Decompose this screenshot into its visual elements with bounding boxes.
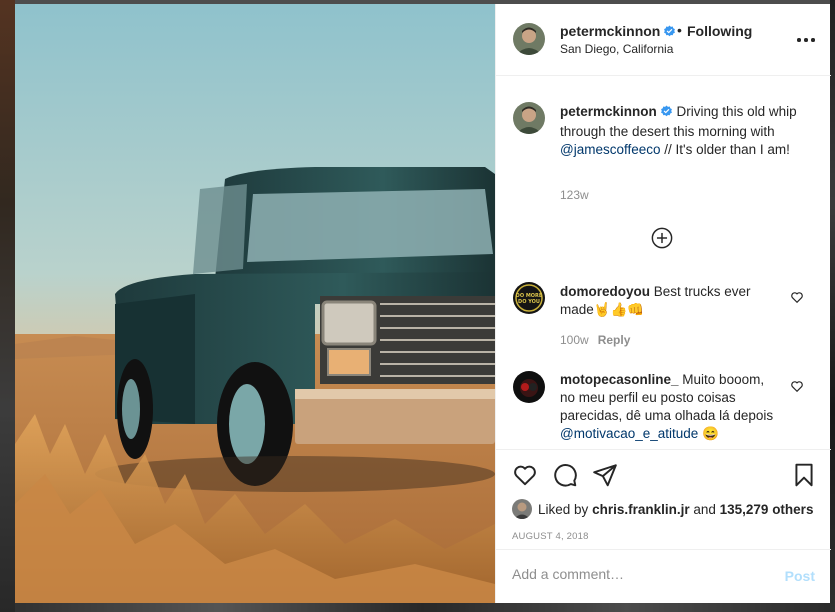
liker-avatar[interactable] bbox=[512, 499, 532, 519]
more-dot-icon bbox=[804, 38, 808, 42]
post-header: petermckinnon • Following San Diego, Cal… bbox=[496, 4, 831, 76]
comment-username[interactable]: motopecasonline_ bbox=[560, 372, 679, 387]
comment-bubble-icon bbox=[554, 464, 577, 487]
like-comment-button[interactable] bbox=[790, 290, 804, 304]
comment-button[interactable] bbox=[552, 462, 578, 488]
verified-badge-icon bbox=[660, 105, 673, 123]
more-dot-icon bbox=[811, 38, 815, 42]
like-comment-button[interactable] bbox=[790, 379, 804, 393]
comment-input[interactable] bbox=[512, 566, 762, 582]
following-button[interactable]: Following bbox=[687, 23, 752, 39]
svg-text:DO YOU: DO YOU bbox=[518, 299, 540, 305]
commenter-avatar[interactable] bbox=[513, 371, 545, 403]
post-photo[interactable] bbox=[15, 4, 495, 603]
comment-mention-link[interactable]: @motivacao_e_atitude bbox=[560, 426, 698, 441]
liked-by-prefix: Liked by bbox=[538, 501, 589, 517]
like-button[interactable] bbox=[512, 462, 538, 488]
plus-circle-icon bbox=[651, 227, 673, 249]
comment-username[interactable]: domoredoyou bbox=[560, 284, 650, 299]
more-options-button[interactable] bbox=[797, 32, 815, 48]
follow-separator: • bbox=[677, 22, 682, 38]
post-comment-button[interactable]: Post bbox=[785, 568, 815, 584]
caption-text-end: // It's older than I am! bbox=[660, 142, 790, 157]
heart-icon bbox=[514, 465, 536, 486]
share-button[interactable] bbox=[592, 462, 618, 488]
reply-button[interactable]: Reply bbox=[598, 333, 631, 347]
commenter-avatar[interactable]: DO MORE DO YOU bbox=[513, 282, 545, 314]
comment-meta: 100w Reply bbox=[560, 333, 630, 347]
caption-username[interactable]: petermckinnon bbox=[560, 104, 657, 119]
comments-list[interactable]: petermckinnon Driving this old whip thro… bbox=[496, 77, 831, 449]
caption-mention-link[interactable]: @jamescoffeeco bbox=[560, 142, 661, 157]
post-details-panel: petermckinnon • Following San Diego, Cal… bbox=[495, 4, 831, 603]
save-button[interactable] bbox=[791, 462, 817, 488]
post-location[interactable]: San Diego, California bbox=[560, 42, 673, 56]
more-dot-icon bbox=[797, 38, 801, 42]
comment-text-end: 😄 bbox=[698, 426, 719, 441]
likes-summary: Liked by chris.franklin.jr and 135,279 o… bbox=[512, 498, 813, 520]
heart-outline-icon bbox=[791, 292, 803, 304]
author-username[interactable]: petermckinnon bbox=[560, 23, 676, 41]
post-modal: petermckinnon • Following San Diego, Cal… bbox=[15, 4, 831, 603]
post-caption: petermckinnon Driving this old whip thro… bbox=[560, 103, 810, 159]
paper-plane-icon bbox=[593, 464, 617, 487]
caption-author-avatar[interactable] bbox=[513, 102, 545, 134]
add-comment-bar: Post bbox=[496, 549, 831, 603]
caption-time[interactable]: 123w bbox=[560, 188, 589, 202]
comment-body: motopecasonline_ Muito booom, no meu per… bbox=[560, 371, 780, 443]
post-date[interactable]: AUGUST 4, 2018 bbox=[512, 531, 589, 542]
comment-body: domoredoyou Best trucks ever made🤘👍👊 bbox=[560, 283, 780, 319]
truck-photo-image bbox=[15, 4, 495, 603]
likes-count-link[interactable]: 135,279 others bbox=[720, 502, 814, 517]
liked-by-and: and bbox=[689, 501, 720, 517]
liker-username[interactable]: chris.franklin.jr bbox=[592, 502, 690, 517]
comment-time[interactable]: 100w bbox=[560, 333, 589, 347]
post-actions: Liked by chris.franklin.jr and 135,279 o… bbox=[496, 449, 831, 549]
load-more-comments-button[interactable] bbox=[651, 227, 673, 249]
heart-outline-icon bbox=[791, 381, 803, 393]
verified-badge-icon bbox=[663, 25, 676, 41]
author-avatar[interactable] bbox=[513, 23, 545, 55]
bookmark-icon bbox=[795, 463, 813, 487]
